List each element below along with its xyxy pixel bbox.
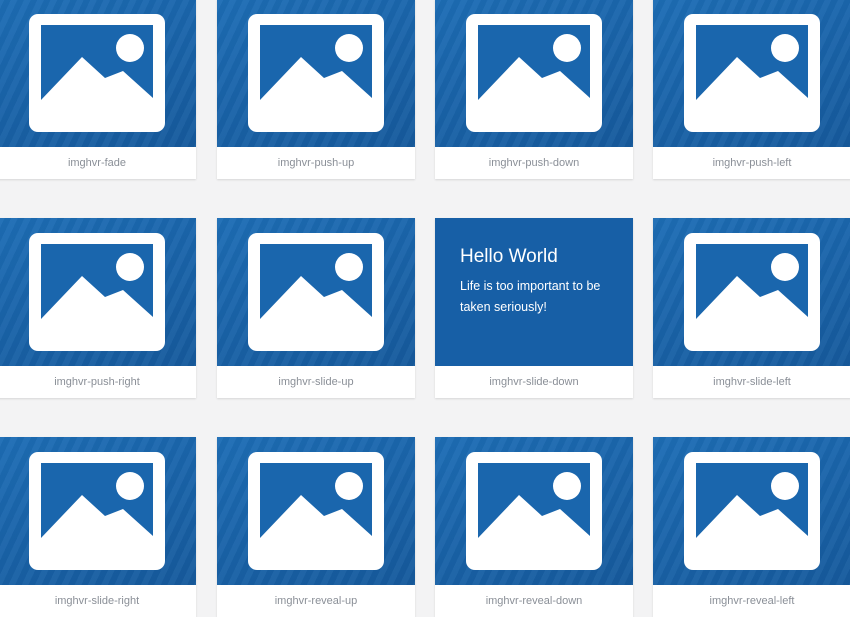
image-placeholder-icon xyxy=(248,233,384,351)
image-placeholder-icon xyxy=(248,452,384,570)
image-placeholder-icon xyxy=(248,14,384,132)
effect-card[interactable]: imghvr-push-right xyxy=(0,218,196,398)
card-thumbnail[interactable] xyxy=(0,437,196,585)
image-placeholder-icon xyxy=(466,14,602,132)
card-caption: imghvr-push-right xyxy=(0,366,196,398)
effect-card[interactable]: Hello World Life is too important to be t… xyxy=(435,218,633,398)
effect-card[interactable]: imghvr-slide-left xyxy=(653,218,850,398)
card-caption: imghvr-push-up xyxy=(217,147,415,179)
card-caption: imghvr-slide-down xyxy=(435,366,633,398)
card-caption: imghvr-fade xyxy=(0,147,196,179)
card-thumbnail[interactable] xyxy=(435,437,633,585)
card-caption: imghvr-slide-up xyxy=(217,366,415,398)
effect-card[interactable]: imghvr-reveal-up xyxy=(217,437,415,617)
effect-card[interactable]: imghvr-slide-right xyxy=(0,437,196,617)
image-placeholder-icon xyxy=(466,452,602,570)
card-thumbnail[interactable] xyxy=(653,218,850,366)
effect-card[interactable]: imghvr-fade xyxy=(0,0,196,179)
card-thumbnail[interactable] xyxy=(217,437,415,585)
card-caption: imghvr-slide-right xyxy=(0,585,196,617)
card-thumbnail[interactable] xyxy=(653,437,850,585)
card-caption: imghvr-reveal-left xyxy=(653,585,850,617)
overlay-title: Hello World xyxy=(460,246,558,267)
card-caption: imghvr-reveal-up xyxy=(217,585,415,617)
card-caption: imghvr-slide-left xyxy=(653,366,850,398)
effect-card[interactable]: imghvr-push-left xyxy=(653,0,850,179)
effects-grid: imghvr-fade imghvr-push-up imghvr-push-dow… xyxy=(0,0,850,617)
card-thumbnail[interactable] xyxy=(0,0,196,147)
card-caption: imghvr-push-down xyxy=(435,147,633,179)
image-placeholder-icon xyxy=(684,233,820,351)
hover-overlay: Hello World Life is too important to be t… xyxy=(460,244,615,318)
effect-card[interactable]: imghvr-reveal-down xyxy=(435,437,633,617)
image-placeholder-icon xyxy=(684,452,820,570)
card-caption: imghvr-push-left xyxy=(653,147,850,179)
card-thumbnail[interactable] xyxy=(217,0,415,147)
effect-card[interactable]: imghvr-slide-up xyxy=(217,218,415,398)
effect-card[interactable]: imghvr-reveal-left xyxy=(653,437,850,617)
card-thumbnail[interactable] xyxy=(0,218,196,366)
image-placeholder-icon xyxy=(29,14,165,132)
card-thumbnail[interactable] xyxy=(217,218,415,366)
card-thumbnail[interactable]: Hello World Life is too important to be t… xyxy=(435,218,633,366)
overlay-text: Life is too important to be taken seriou… xyxy=(460,279,601,314)
effect-card[interactable]: imghvr-push-down xyxy=(435,0,633,179)
card-thumbnail[interactable] xyxy=(435,0,633,147)
card-caption: imghvr-reveal-down xyxy=(435,585,633,617)
image-placeholder-icon xyxy=(29,233,165,351)
effect-card[interactable]: imghvr-push-up xyxy=(217,0,415,179)
card-thumbnail[interactable] xyxy=(653,0,850,147)
image-placeholder-icon xyxy=(29,452,165,570)
image-placeholder-icon xyxy=(684,14,820,132)
